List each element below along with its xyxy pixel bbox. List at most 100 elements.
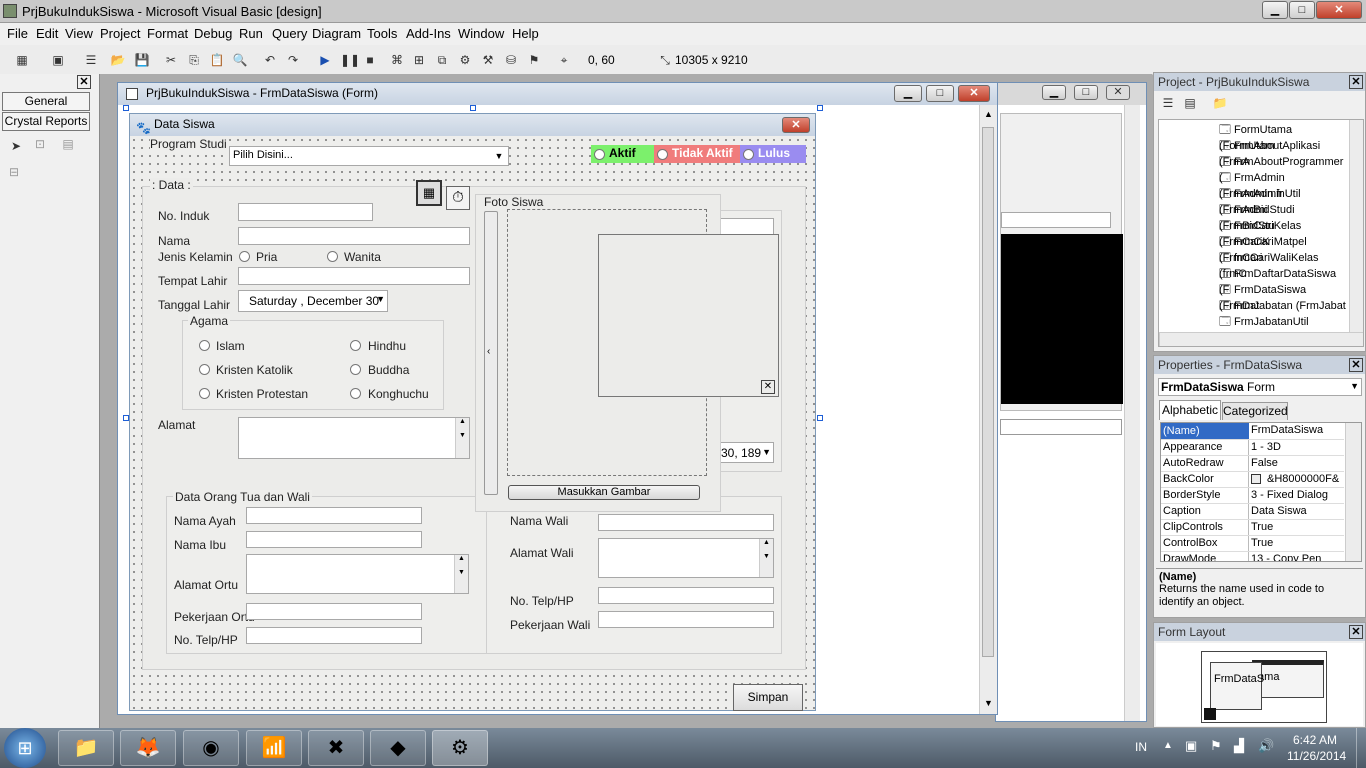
layout-form-datasiswa[interactable]: FrmDataS [1210,662,1264,710]
redo-icon[interactable]: ↷ [285,52,301,68]
calendar-icon[interactable]: ▦ [416,180,442,206]
menu-query[interactable]: Query [272,26,307,41]
tree-item[interactable]: 🗔 FrmJabatan (FrmJabat [1159,298,1349,314]
view-object-icon[interactable]: ▤ [1182,95,1198,111]
tree-item[interactable]: 🗔 FrmDaftarDataSiswa (F [1159,266,1349,296]
property-row[interactable]: BackColor &H8000000F& [1161,471,1344,487]
pria-radio[interactable] [239,251,250,262]
selection-handle-tm[interactable] [470,105,476,111]
nama-ibu-input[interactable] [246,531,422,548]
konghuchu-radio[interactable] [350,388,361,399]
designer-scroll-up-icon[interactable]: ▲ [984,109,993,119]
vb6-taskbar-icon[interactable]: ⚙ [432,730,488,766]
designer-minimize-button[interactable]: ▁ [894,85,922,102]
menu-format[interactable]: Format [147,26,188,41]
tree-item[interactable]: 🗔 FrmAboutAplikasi (FrmA [1159,138,1349,168]
alamat-textarea[interactable]: ▲ ▼ [238,417,470,459]
designer-close-button[interactable]: ✕ [958,85,990,102]
tree-item[interactable]: 🗔 frmCariWaliKelas (frmC [1159,250,1349,280]
status-lulus-radio[interactable]: Lulus [740,145,806,163]
islam-radio[interactable] [199,340,210,351]
toolbox-icon[interactable]: ⚒ [480,52,496,68]
network-app-taskbar-icon[interactable]: 📶 [246,730,302,766]
no-telp-wali-input[interactable] [598,587,774,604]
alamat-ortu-textarea[interactable]: ▲ ▼ [246,554,469,594]
project-tree-hscrollbar[interactable] [1159,332,1363,346]
add-form-icon[interactable]: ▣ [50,52,66,68]
toolbox-tab-general[interactable]: General [2,92,90,111]
tree-item[interactable]: 🗔 FormUtama (FormUtam [1159,122,1349,152]
tab-alphabetic[interactable]: Alphabetic [1159,400,1221,420]
object-browser-icon[interactable]: ⚙ [457,52,473,68]
copy-icon[interactable]: ⎘ [186,52,202,68]
program-studi-dropdown-icon[interactable]: ▼ [492,149,506,163]
second-close-button[interactable]: ✕ [1106,85,1130,100]
clock-date[interactable]: 11/26/2014 [1287,749,1346,763]
network-signal-icon[interactable]: ▟ [1234,738,1244,754]
second-maximize-button[interactable]: □ [1074,85,1098,100]
property-row[interactable]: DrawMode 13 - Copy Pen [1161,551,1344,561]
right-date-combo[interactable]: 30, 189 ▼ [718,442,774,463]
right-date-dropdown-icon[interactable]: ▼ [762,447,771,457]
property-row[interactable]: (Name) FrmDataSiswa [1161,423,1344,439]
selection-handle-mr[interactable] [817,415,823,421]
timer-icon[interactable]: ⏱ [446,186,470,210]
paste-icon[interactable]: 📋 [209,52,225,68]
property-row[interactable]: ControlBox True [1161,535,1344,551]
clock-time[interactable]: 6:42 AM [1293,733,1337,747]
run-icon[interactable]: ▶ [317,52,333,68]
pointer-tool-icon[interactable]: ➤ [8,138,24,154]
property-row[interactable]: Appearance 1 - 3D [1161,439,1344,455]
explorer-taskbar-icon[interactable]: 📁 [58,730,114,766]
maximize-button[interactable]: □ [1289,1,1315,19]
menu-file[interactable]: File [7,26,28,41]
second-vscrollbar[interactable] [1124,105,1140,721]
masukkan-gambar-button[interactable]: Masukkan Gambar [508,485,700,500]
find-icon[interactable]: 🔍 [232,52,248,68]
properties-vscrollbar[interactable] [1345,423,1361,561]
property-row[interactable]: ClipControls True [1161,519,1344,535]
language-indicator[interactable]: IN [1135,740,1147,754]
close-button[interactable]: ✕ [1316,1,1362,19]
program-studi-combo[interactable]: Pilih Disini... ▼ [229,146,509,166]
frame-tool-icon[interactable]: ▤ [60,136,76,152]
toggle-folders-icon[interactable]: 📁 [1212,95,1228,111]
buddha-radio[interactable] [350,364,361,375]
alamat-wali-textarea[interactable]: ▲ ▼ [598,538,774,578]
menu-window[interactable]: Window [458,26,504,41]
nama-ayah-input[interactable] [246,507,422,524]
alamat-wali-scrollbar[interactable]: ▲ ▼ [759,539,773,577]
properties-window-icon[interactable]: ⊞ [411,52,427,68]
nama-wali-input[interactable] [598,514,774,531]
status-aktif-radio[interactable]: Aktif [591,145,654,163]
tree-item[interactable]: 🗔 FrmAdmin (FrmAdmin.fr [1159,170,1349,200]
nama-input[interactable] [238,227,470,245]
start-button-icon[interactable]: ⊞ [4,728,46,768]
no-telp-ortu-input[interactable] [246,627,422,644]
selection-handle-tr[interactable] [817,105,823,111]
properties-close-icon[interactable]: ✕ [1349,358,1363,372]
save-icon[interactable]: 💾 [134,52,150,68]
label-tool-icon[interactable]: ⊡ [32,136,48,152]
tree-item[interactable]: 🗔 FrmJabatanUtil (FrmJab [1159,314,1349,344]
firefox-taskbar-icon[interactable]: 🦊 [120,730,176,766]
project-close-icon[interactable]: ✕ [1349,75,1363,89]
tree-item[interactable]: 🗔 FrmDataSiswa (FrmDat [1159,282,1349,312]
second-minimize-button[interactable]: ▁ [1042,85,1066,100]
wanita-radio[interactable] [327,251,338,262]
toolbox-tab-crystal[interactable]: Crystal Reports [2,112,90,131]
alamat-scrollbar[interactable]: ▲ ▼ [455,418,469,458]
kristen-katolik-radio[interactable] [199,364,210,375]
menu-edit[interactable]: Edit [36,26,58,41]
designer-scroll-thumb[interactable] [982,127,994,657]
pause-icon[interactable]: ❚❚ [340,52,360,68]
foto-scroll-left-icon[interactable]: ‹ [487,346,490,357]
tree-item[interactable]: 🗔 FrmCariKelas (FrmCariK [1159,218,1349,248]
menu-diagram[interactable]: Diagram [312,26,361,41]
volume-icon[interactable]: 🔊 [1258,738,1274,754]
office-app-taskbar-icon[interactable]: ✖ [308,730,364,766]
show-desktop-button[interactable] [1356,728,1366,768]
tempat-lahir-input[interactable] [238,267,470,285]
status-tidak-aktif-radio[interactable]: Tidak Aktif [654,145,740,163]
project-tree-vscrollbar[interactable] [1349,120,1363,332]
